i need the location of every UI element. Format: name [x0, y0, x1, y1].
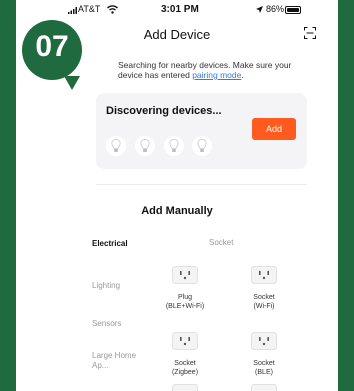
location-arrow-icon: [256, 6, 263, 13]
pairing-mode-link[interactable]: pairing mode: [192, 70, 241, 80]
socket-icon: [251, 266, 277, 284]
device-name: Socket: [174, 360, 196, 367]
socket-icon: [172, 384, 198, 391]
bulb-icon: [164, 136, 184, 156]
bulb-icon: [192, 136, 212, 156]
background-frame: AT&T 3:01 PM 86% Add Device Searching fo…: [0, 0, 354, 391]
signal-icon: [68, 7, 77, 14]
subcategory-socket-header: Socket: [209, 238, 234, 247]
status-time: 3:01 PM: [161, 4, 199, 15]
discovering-title: Discovering devices...: [106, 105, 222, 117]
device-protocol: (Zigbee): [171, 369, 199, 376]
category-large-home-appliances[interactable]: Large Home Ap...: [92, 351, 140, 371]
wifi-icon: [107, 5, 118, 14]
socket-icon: [172, 332, 198, 350]
device-name: Plug: [177, 294, 192, 301]
category-lighting[interactable]: Lighting: [92, 281, 120, 291]
device-protocol: (BLE): [255, 369, 273, 376]
add-manually-title: Add Manually: [141, 205, 213, 217]
status-bar: AT&T 3:01 PM 86%: [16, 4, 338, 18]
device-name: Socket: [253, 360, 275, 367]
battery-percent: 86%: [266, 4, 285, 14]
device-name: Socket: [253, 294, 275, 301]
step-badge-pointer: [64, 76, 80, 90]
device-protocol: (BLE+Wi-Fi): [165, 303, 205, 310]
add-button[interactable]: Add: [252, 118, 296, 140]
device-socket-wifi[interactable]: Socket (Wi-Fi): [229, 266, 299, 311]
device-protocol: (Wi-Fi): [253, 303, 275, 310]
socket-icon: [251, 332, 277, 350]
socket-icon: [172, 266, 198, 284]
battery-icon: [285, 6, 301, 14]
device-socket-ble[interactable]: Socket (BLE): [229, 332, 299, 377]
carrier-label: AT&T: [78, 4, 101, 14]
section-divider: [96, 184, 307, 185]
scan-icon[interactable]: [304, 27, 316, 39]
discovering-card: Discovering devices... Add: [96, 93, 307, 169]
device-plug-ble-wifi[interactable]: Plug (BLE+Wi-Fi): [150, 266, 220, 311]
search-instructions: Searching for nearby devices. Make sure …: [118, 60, 292, 80]
bulb-icon: [106, 136, 126, 156]
socket-icon: [251, 384, 277, 391]
step-number: 07: [35, 30, 69, 63]
category-sensors[interactable]: Sensors: [92, 319, 121, 329]
category-electrical[interactable]: Electrical: [92, 239, 128, 249]
device-socket-zigbee[interactable]: Socket (Zigbee): [150, 332, 220, 377]
bulb-icon: [135, 136, 155, 156]
